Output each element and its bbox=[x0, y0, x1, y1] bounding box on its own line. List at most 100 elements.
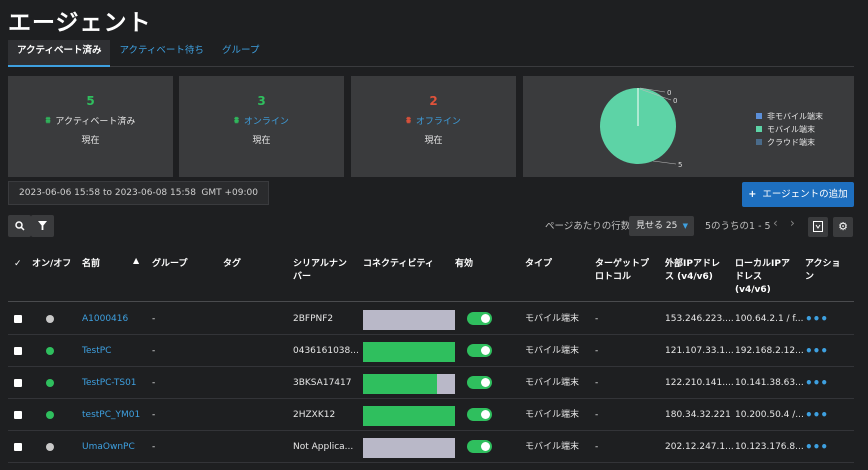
device-type-chart-card: 0 0 5 非モバイル端末 モバイル端末 クラウド端末 bbox=[523, 76, 854, 177]
prev-page-icon[interactable]: ‹ bbox=[773, 216, 778, 230]
connectivity-bar bbox=[363, 310, 455, 330]
agent-name-link[interactable]: TestPC bbox=[82, 335, 111, 367]
agent-name-link[interactable]: testPC_YM01 bbox=[82, 399, 140, 431]
row-checkbox[interactable] bbox=[14, 379, 22, 387]
tab-pending[interactable]: アクティベート待ち bbox=[110, 40, 212, 67]
next-page-icon[interactable]: › bbox=[790, 216, 795, 230]
local-ip-cell: 10.141.38.63... bbox=[735, 378, 804, 388]
toggle-knob bbox=[481, 346, 490, 355]
col-enabled[interactable]: 有効 bbox=[455, 258, 473, 271]
protocol-cell: - bbox=[595, 346, 599, 356]
add-agent-label: エージェントの追加 bbox=[762, 189, 848, 200]
gear-icon: ⚙ bbox=[838, 220, 848, 233]
local-ip-cell: 10.123.176.8... bbox=[735, 442, 804, 452]
table-row[interactable]: UmaOwnPC - Not Applica... モバイル端末 - 202.1… bbox=[8, 431, 854, 463]
card-offline-sub: 現在 bbox=[424, 136, 443, 146]
add-agent-button[interactable]: + エージェントの追加 bbox=[742, 182, 854, 207]
serial-cell: Not Applica... bbox=[293, 442, 354, 452]
col-tag[interactable]: タグ bbox=[223, 258, 241, 271]
select-all-checkbox[interactable]: ✓ bbox=[14, 258, 22, 271]
enabled-toggle[interactable] bbox=[467, 408, 492, 421]
rows-per-page-select[interactable]: 見せる 25 ▼ bbox=[629, 216, 694, 236]
external-ip-cell: 202.12.247.1... bbox=[665, 442, 734, 452]
page-title: エージェント bbox=[8, 10, 152, 36]
table-row[interactable]: A1000416 - 2BFPNF2 モバイル端末 - 153.246.223.… bbox=[8, 303, 854, 335]
agent-name-link[interactable]: A1000416 bbox=[82, 303, 128, 335]
table-row[interactable]: TestPC-TS01 - 3BKSA17417 モバイル端末 - 122.21… bbox=[8, 367, 854, 399]
protocol-cell: - bbox=[595, 314, 599, 324]
enabled-toggle[interactable] bbox=[467, 376, 492, 389]
connectivity-bar bbox=[363, 342, 455, 362]
col-type[interactable]: タイプ bbox=[525, 258, 552, 271]
col-protocol[interactable]: ターゲットプロトコル bbox=[595, 258, 655, 284]
col-external-ip[interactable]: 外部IPアドレス (v4/v6) bbox=[665, 258, 725, 284]
local-ip-cell: 100.64.2.1 / f... bbox=[735, 314, 804, 324]
row-checkbox[interactable] bbox=[14, 411, 22, 419]
serial-cell: 0436161038... bbox=[293, 346, 359, 356]
external-ip-cell: 153.246.223.... bbox=[665, 314, 734, 324]
tab-bar: アクティベート済み アクティベート待ち グループ bbox=[8, 40, 854, 67]
tab-groups[interactable]: グループ bbox=[213, 40, 268, 67]
search-button[interactable] bbox=[8, 215, 31, 237]
legend-item-nonmobile[interactable]: 非モバイル端末 bbox=[756, 110, 823, 123]
more-actions-icon[interactable]: ••• bbox=[805, 303, 828, 335]
legend-item-mobile[interactable]: モバイル端末 bbox=[756, 123, 823, 136]
export-button[interactable] bbox=[808, 217, 828, 237]
enabled-toggle[interactable] bbox=[467, 440, 492, 453]
agent-name-link[interactable]: TestPC-TS01 bbox=[82, 367, 137, 399]
external-ip-cell: 121.107.33.1... bbox=[665, 346, 734, 356]
more-actions-icon[interactable]: ••• bbox=[805, 431, 828, 463]
col-group[interactable]: グループ bbox=[152, 258, 187, 271]
card-offline-label[interactable]: オフライン bbox=[416, 114, 461, 127]
pie-label-cloud: 0 bbox=[673, 97, 677, 105]
external-ip-cell: 122.210.141.... bbox=[665, 378, 734, 388]
group-cell: - bbox=[152, 346, 156, 356]
settings-button[interactable]: ⚙ bbox=[833, 217, 853, 237]
card-online-label[interactable]: オンライン bbox=[244, 114, 289, 127]
col-onoff[interactable]: オン/オフ bbox=[32, 258, 74, 271]
more-actions-icon[interactable]: ••• bbox=[805, 399, 828, 431]
col-connectivity[interactable]: コネクティビティ bbox=[363, 258, 434, 271]
online-status-dot bbox=[46, 411, 54, 419]
col-action[interactable]: アクション bbox=[805, 258, 845, 284]
online-status-dot bbox=[46, 315, 54, 323]
connectivity-bar bbox=[363, 438, 455, 458]
protocol-cell: - bbox=[595, 410, 599, 420]
protocol-cell: - bbox=[595, 378, 599, 388]
card-online-value: 3 bbox=[257, 94, 266, 108]
enabled-toggle[interactable] bbox=[467, 312, 492, 325]
table-row[interactable]: TestPC - 0436161038... モバイル端末 - 121.107.… bbox=[8, 335, 854, 367]
group-cell: - bbox=[152, 410, 156, 420]
row-checkbox[interactable] bbox=[14, 443, 22, 451]
pie-leader-line bbox=[652, 160, 677, 165]
rows-per-page-value: 見せる 25 bbox=[636, 221, 678, 231]
col-local-ip[interactable]: ローカルIPアドレス (v4/v6) bbox=[735, 258, 795, 297]
row-checkbox[interactable] bbox=[14, 347, 22, 355]
group-cell: - bbox=[152, 314, 156, 324]
group-cell: - bbox=[152, 378, 156, 388]
col-name[interactable]: 名前 bbox=[82, 258, 100, 271]
more-actions-icon[interactable]: ••• bbox=[805, 367, 828, 399]
tab-activated[interactable]: アクティベート済み bbox=[8, 40, 111, 67]
online-status-dot bbox=[46, 379, 54, 387]
search-icon bbox=[14, 221, 25, 231]
row-checkbox[interactable] bbox=[14, 315, 22, 323]
more-actions-icon[interactable]: ••• bbox=[805, 335, 828, 367]
toggle-knob bbox=[481, 442, 490, 451]
local-ip-cell: 10.200.50.4 /... bbox=[735, 410, 804, 420]
serial-cell: 2BFPNF2 bbox=[293, 314, 334, 324]
date-range-picker[interactable]: 2023-06-06 15:58 to 2023-06-08 15:58 GMT… bbox=[8, 181, 269, 205]
table-row[interactable]: testPC_YM01 - 2HZXK12 モバイル端末 - 180.34.32… bbox=[8, 399, 854, 431]
enabled-toggle[interactable] bbox=[467, 344, 492, 357]
agent-name-link[interactable]: UmaOwnPC bbox=[82, 431, 135, 463]
type-cell: モバイル端末 bbox=[525, 378, 580, 388]
local-ip-cell: 192.168.2.12... bbox=[735, 346, 804, 356]
toggle-knob bbox=[481, 410, 490, 419]
filter-button[interactable] bbox=[31, 215, 54, 237]
sort-asc-icon[interactable]: ▲ bbox=[133, 254, 139, 267]
col-serial[interactable]: シリアルナンバー bbox=[293, 258, 353, 284]
online-status-dot bbox=[46, 443, 54, 451]
serial-cell: 2HZXK12 bbox=[293, 410, 336, 420]
legend-item-cloud[interactable]: クラウド端末 bbox=[756, 136, 823, 149]
card-online: 3 ⩩ オンライン 現在 bbox=[179, 76, 344, 177]
